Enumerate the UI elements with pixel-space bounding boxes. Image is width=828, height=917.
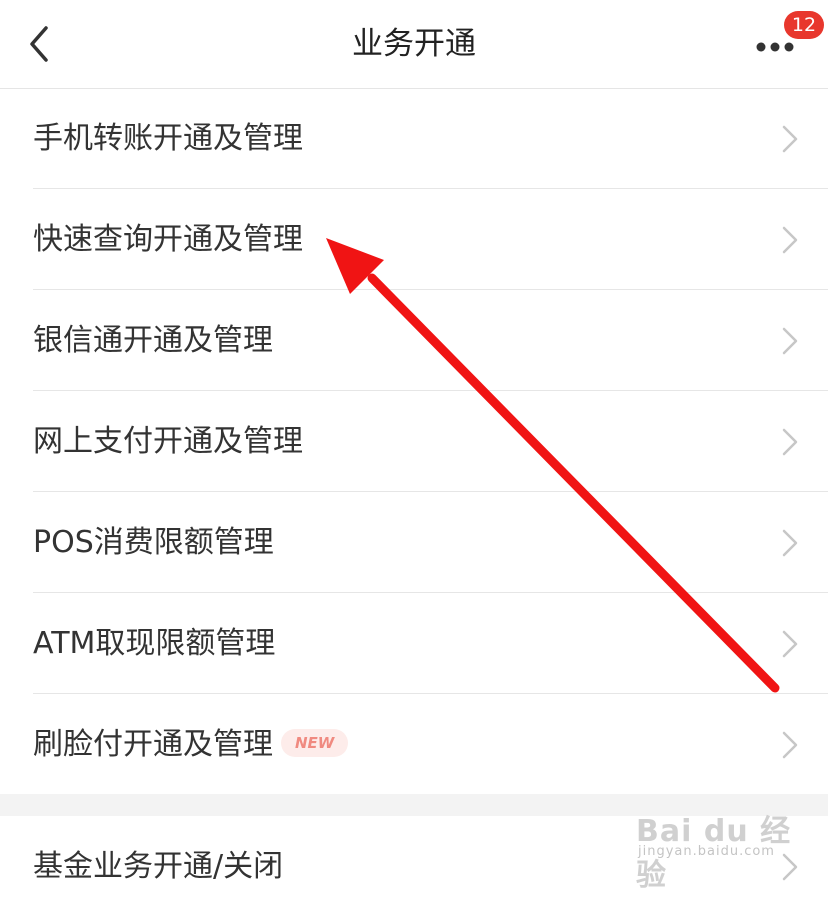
list-item-label: 快速查询开通及管理 bbox=[33, 222, 303, 257]
list-item-atm-limit[interactable]: ATM取现限额管理 bbox=[0, 593, 828, 694]
chevron-right-icon bbox=[782, 327, 798, 355]
more-dots-icon bbox=[756, 42, 794, 52]
list-item-pos-limit[interactable]: POS消费限额管理 bbox=[0, 492, 828, 593]
list-item-label: POS消费限额管理 bbox=[33, 525, 274, 560]
list-item-online-payment[interactable]: 网上支付开通及管理 bbox=[0, 391, 828, 492]
chevron-right-icon bbox=[782, 853, 798, 881]
chevron-right-icon bbox=[782, 630, 798, 658]
list-item-label-with-tag: 刷脸付开通及管理 NEW bbox=[33, 694, 349, 795]
chevron-right-icon bbox=[782, 529, 798, 557]
list-item-label: 刷脸付开通及管理 bbox=[33, 727, 273, 762]
page-title: 业务开通 bbox=[352, 26, 476, 62]
list-item-label: ATM取现限额管理 bbox=[33, 626, 276, 661]
list-item-label: 基金业务开通/关闭 bbox=[33, 849, 284, 884]
section-separator bbox=[0, 794, 828, 816]
list-item-quick-query[interactable]: 快速查询开通及管理 bbox=[0, 189, 828, 290]
list-item-label: 网上支付开通及管理 bbox=[33, 424, 303, 459]
list-item-label: 银信通开通及管理 bbox=[33, 323, 273, 358]
new-badge: NEW bbox=[281, 728, 349, 757]
chevron-right-icon bbox=[782, 731, 798, 759]
chevron-right-icon bbox=[782, 226, 798, 254]
list-item-fund-service[interactable]: 基金业务开通/关闭 bbox=[0, 816, 828, 917]
list-item-yinxintong[interactable]: 银信通开通及管理 bbox=[0, 290, 828, 391]
chevron-right-icon bbox=[782, 428, 798, 456]
list-item-phone-transfer[interactable]: 手机转账开通及管理 bbox=[0, 88, 828, 189]
chevron-right-icon bbox=[782, 125, 798, 153]
navigation-bar: 业务开通 12 bbox=[0, 0, 828, 89]
list-item-label: 手机转账开通及管理 bbox=[33, 121, 303, 156]
list-item-face-pay[interactable]: 刷脸付开通及管理 NEW bbox=[0, 694, 828, 795]
notification-badge: 12 bbox=[784, 11, 824, 39]
service-list: 手机转账开通及管理 快速查询开通及管理 银信通开通及管理 网上支付开通及管理 P… bbox=[0, 88, 828, 795]
